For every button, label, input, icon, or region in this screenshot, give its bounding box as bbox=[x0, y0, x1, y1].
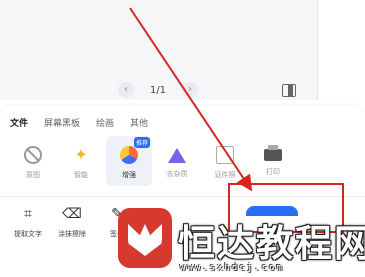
tab-file[interactable]: 文件 bbox=[10, 116, 28, 129]
right-panel bbox=[317, 0, 365, 100]
extract-text-button[interactable]: ⌗ 提取文字 bbox=[3, 205, 53, 239]
mode-label: 去杂质 bbox=[166, 170, 188, 178]
page-indicator: 1/1 bbox=[149, 84, 167, 96]
next-page-button[interactable]: › bbox=[182, 82, 198, 98]
mode-label: 打印 bbox=[266, 168, 280, 176]
tab-drawing[interactable]: 绘画 bbox=[96, 116, 114, 129]
watermark-title: 恒达教程网 bbox=[178, 222, 365, 265]
tab-other[interactable]: 其他 bbox=[130, 116, 148, 129]
mode-label: 智能 bbox=[74, 171, 88, 179]
eraser-icon: ⌫ bbox=[62, 206, 82, 222]
page-navigator: ‹ 1/1 › bbox=[118, 80, 198, 100]
text-extract-icon: ⌗ bbox=[24, 206, 32, 222]
fox-logo-icon bbox=[128, 224, 162, 256]
forbid-icon bbox=[24, 146, 42, 164]
mode-smart[interactable]: ✦ 智能 bbox=[58, 136, 104, 186]
mode-remove-impurities[interactable]: 去杂质 bbox=[154, 136, 200, 186]
recommend-badge: 推荐 bbox=[133, 137, 150, 148]
tool-label: 涂抹擦除 bbox=[58, 230, 86, 238]
prev-page-button[interactable]: ‹ bbox=[118, 82, 134, 98]
mode-original[interactable]: 原图 bbox=[10, 136, 56, 186]
split-view-icon[interactable] bbox=[282, 84, 296, 97]
tab-screen-blackboard[interactable]: 屏幕黑板 bbox=[44, 116, 80, 129]
mode-label: 增强 bbox=[122, 171, 136, 179]
mode-label: 原图 bbox=[26, 171, 40, 179]
mode-print[interactable]: 打印 bbox=[250, 136, 296, 186]
printer-icon bbox=[264, 145, 282, 161]
enhance-icon bbox=[120, 146, 138, 164]
screenshot-stage: ‹ 1/1 › 文件 屏幕黑板 绘画 其他 原图 ✦ 智能 推荐 增强 去杂质 … bbox=[0, 0, 365, 277]
watermark-logo bbox=[118, 208, 172, 268]
mode-label: 证件照 bbox=[214, 171, 236, 179]
mode-id-photo[interactable]: 证件照 bbox=[202, 136, 248, 186]
tab-bar: 文件 屏幕黑板 绘画 其他 bbox=[10, 116, 164, 129]
magic-wand-icon: ✦ bbox=[74, 145, 88, 164]
tool-label: 提取文字 bbox=[14, 230, 42, 238]
mode-enhance[interactable]: 推荐 增强 bbox=[106, 136, 152, 186]
triangle-icon bbox=[168, 148, 186, 163]
watermark-url: www.sxhdcj.com bbox=[180, 263, 284, 273]
id-doc-icon bbox=[216, 146, 234, 164]
smear-erase-button[interactable]: ⌫ 涂抹擦除 bbox=[47, 205, 97, 239]
